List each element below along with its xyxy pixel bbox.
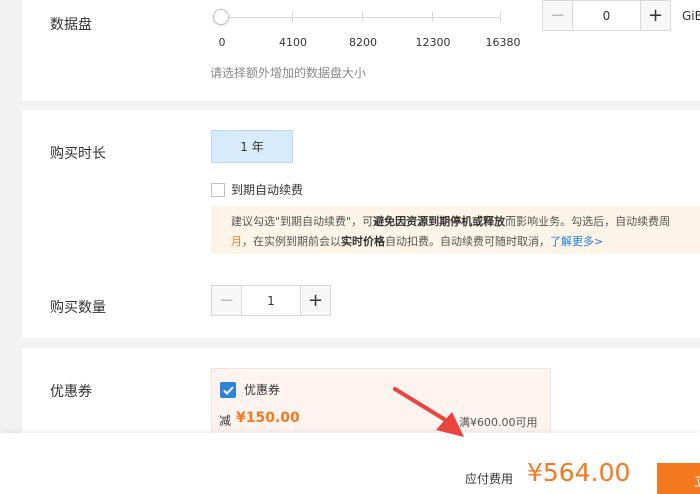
buy-now-button[interactable]: 立 <box>657 463 700 494</box>
quantity-input[interactable]: 1 <box>241 286 301 315</box>
quantity-decrement-button[interactable]: − <box>212 286 241 315</box>
disk-size-input[interactable]: 0 <box>572 1 641 30</box>
notice-text: 自动扣费。自动续费可随时取消， <box>385 235 550 248</box>
notice-bold-text: 避免因资源到期停机或释放 <box>373 215 506 228</box>
slider-tick <box>362 12 363 22</box>
slider-tick-label: 0 <box>218 36 226 49</box>
notice-text: 建议勾选"到期自动续费"，可 <box>231 215 374 228</box>
disk-size-slider-track[interactable] <box>221 17 501 18</box>
auto-renew-notice: 建议勾选"到期自动续费"，可避免因资源到期停机或释放而影响业务。勾选后，自动续费… <box>211 206 700 254</box>
slider-tick <box>432 12 433 22</box>
coupon-condition: 满¥600.00可用 <box>459 416 538 429</box>
slider-tick-label: 12300 <box>415 36 451 49</box>
payment-amount: ¥564.00 <box>527 458 631 487</box>
notice-line-1: 建议勾选"到期自动续费"，可避免因资源到期停机或释放而影响业务。勾选后，自动续费… <box>231 212 700 232</box>
notice-line-2: 月，在实例到期前会以实时价格自动扣费。自动续费可随时取消，了解更多> <box>211 232 700 252</box>
duration-label: 购买时长 <box>50 146 106 162</box>
auto-renew-checkbox[interactable] <box>211 182 225 197</box>
disk-size-stepper: − 0 + <box>542 0 671 31</box>
coupon-amount: ¥150.00 <box>236 410 300 426</box>
quantity-increment-button[interactable]: + <box>301 286 330 315</box>
notice-text: 而影响业务。勾选后，自动续费周 <box>505 215 671 228</box>
quantity-stepper: − 1 + <box>211 285 331 316</box>
notice-text: ，在实例到期前会以 <box>242 235 341 248</box>
notice-orange-text: 月 <box>231 235 242 248</box>
coupon-label: 优惠券 <box>50 384 92 400</box>
disk-size-unit: GiB <box>682 9 700 23</box>
disk-size-increment-button[interactable]: + <box>641 1 670 30</box>
coupon-title: 优惠券 <box>244 383 281 397</box>
slider-tick-label: 8200 <box>349 36 377 49</box>
duration-option-1-year[interactable]: 1 年 <box>211 130 293 163</box>
payment-label: 应付费用 <box>465 472 514 486</box>
slider-tick-label: 16380 <box>485 36 521 49</box>
data-disk-label: 数据盘 <box>50 17 92 33</box>
disk-size-decrement-button[interactable]: − <box>543 1 572 30</box>
coupon-checkbox-checked[interactable] <box>220 382 236 398</box>
quantity-label: 购买数量 <box>50 300 106 316</box>
coupon-minus-label: 减 <box>219 414 232 428</box>
slider-tick <box>292 12 293 22</box>
checkmark-icon <box>222 385 234 395</box>
disk-size-slider-handle[interactable] <box>213 9 229 25</box>
auto-renew-checkbox-row[interactable]: 到期自动续费 <box>211 181 303 198</box>
disk-size-hint: 请选择额外增加的数据盘大小 <box>210 66 367 80</box>
slider-tick-label: 4100 <box>279 36 307 49</box>
learn-more-link[interactable]: 了解更多> <box>550 235 603 248</box>
notice-bold-text: 实时价格 <box>341 235 385 248</box>
slider-tick <box>500 12 501 22</box>
auto-renew-label: 到期自动续费 <box>231 183 304 197</box>
